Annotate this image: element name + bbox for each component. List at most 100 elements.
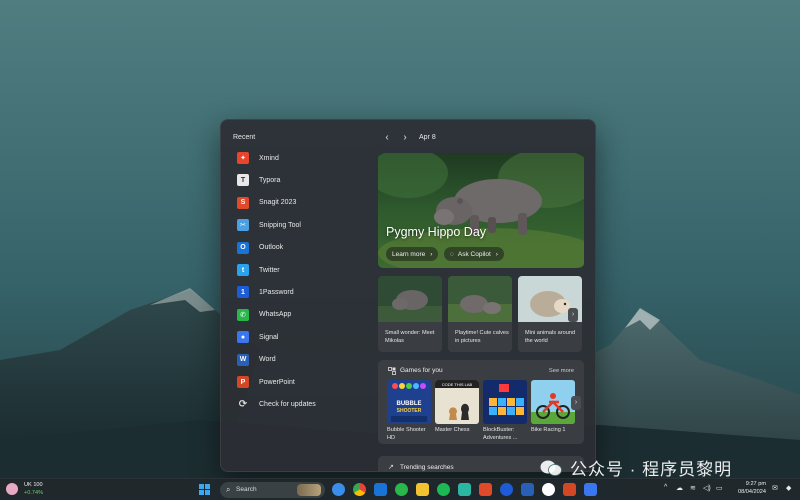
trending-label: Trending searches xyxy=(400,464,454,471)
edge-icon[interactable] xyxy=(332,483,345,496)
wechat-watermark-icon xyxy=(540,460,562,476)
search-input[interactable]: Search xyxy=(236,486,257,493)
recent-app-item[interactable]: T Typora xyxy=(231,171,363,189)
recent-app-label: Snagit 2023 xyxy=(259,199,297,207)
signal-icon[interactable] xyxy=(584,483,597,496)
master-chess-tile[interactable]: CODE THIS LAB xyxy=(435,380,479,424)
learn-more-button[interactable]: Learn more › xyxy=(386,247,439,261)
stock-name[interactable]: UK 100 xyxy=(24,482,43,488)
1password-icon: 1 xyxy=(237,286,249,299)
trending-icon: ↗ xyxy=(388,464,394,471)
recent-app-item[interactable]: W Word xyxy=(231,351,363,369)
recent-app-item[interactable]: ✂ Snipping Tool xyxy=(231,216,363,234)
recent-app-label: Snipping Tool xyxy=(259,221,301,229)
chrome-icon[interactable] xyxy=(353,483,366,496)
game-label: BlockBuster: Adventures ... xyxy=(483,427,518,441)
cloud-icon[interactable]: ☁ xyxy=(676,484,683,492)
powerpoint-icon: P xyxy=(237,376,249,388)
recent-app-label: Twitter xyxy=(259,266,280,274)
chevron-up-icon[interactable]: ^ xyxy=(664,484,667,491)
recent-app-item[interactable]: t Twitter xyxy=(231,261,363,279)
stock-change: +0.74% xyxy=(24,490,44,496)
widgets-date: Apr 8 xyxy=(419,134,436,141)
recent-app-item[interactable]: ● Signal xyxy=(231,328,363,346)
recent-app-label: Typora xyxy=(259,176,281,184)
search-icon: ⌕ xyxy=(226,485,231,494)
wifi-icon[interactable]: ≋ xyxy=(690,484,696,492)
game-label: Bubble Shooter HD xyxy=(387,427,426,441)
taskbar: UK 100 +0.74% ⌕ Search ^ ☁ ≋ ◁) ▭ 9:27 p… xyxy=(0,478,800,500)
wechat-icon[interactable] xyxy=(395,483,408,496)
windows-start-icon[interactable] xyxy=(199,484,210,495)
1password-icon[interactable] xyxy=(500,483,513,496)
chevron-right-icon: › xyxy=(430,250,433,258)
watermark: 公众号 · 程序员黎明 xyxy=(540,455,732,480)
spotify-icon[interactable] xyxy=(437,483,450,496)
forward-icon[interactable]: › xyxy=(399,132,411,144)
see-more-link[interactable]: See more xyxy=(549,368,574,374)
recent-app-item[interactable]: ✦ Xmind xyxy=(231,149,363,167)
word-icon[interactable] xyxy=(521,483,534,496)
hero-title: Pygmy Hippo Day xyxy=(386,225,487,239)
xmind-icon: ✦ xyxy=(237,152,249,164)
recent-app-item[interactable]: O Outlook xyxy=(231,239,363,257)
chat-icon: ◌ xyxy=(450,250,454,258)
start-menu: Recent ✦ Xmind T Typora S Snagit 2023 ✂ Snippin… xyxy=(220,119,596,472)
recent-app-item[interactable]: P PowerPoint xyxy=(231,373,363,391)
recent-title: Recent xyxy=(233,134,256,141)
volume-icon[interactable]: ◁) xyxy=(703,484,711,492)
file-explorer-icon[interactable] xyxy=(416,483,429,496)
recent-app-item[interactable]: ⟳ Check for updates xyxy=(231,395,363,413)
grid-app-icon[interactable] xyxy=(458,483,471,496)
master-chess-art: CODE THIS LAB xyxy=(435,380,479,420)
back-icon[interactable]: ‹ xyxy=(381,132,393,144)
battery-icon[interactable]: ▭ xyxy=(716,484,723,492)
recent-app-item[interactable]: 1 1Password xyxy=(231,283,363,301)
notification-icon[interactable]: ✉ xyxy=(772,484,778,492)
hippo-thumbnail xyxy=(378,276,442,322)
blockbuster-tile[interactable] xyxy=(483,380,527,424)
bubble-shooter-art: BUBBLE SHOOTER xyxy=(391,383,427,422)
snagit-icon: S xyxy=(237,196,249,209)
codethislab-logo: CODE THIS LAB xyxy=(442,382,473,387)
copilot-taskbar-icon[interactable]: ◆ xyxy=(786,484,791,492)
stock-widget-icon[interactable] xyxy=(6,483,18,495)
taskbar-search[interactable]: ⌕ Search xyxy=(220,482,325,498)
games-icon xyxy=(388,367,396,375)
recent-panel: Recent ✦ Xmind T Typora S Snagit 2023 ✂ Snippin… xyxy=(221,120,369,471)
outlook-icon: O xyxy=(237,241,249,254)
search-highlight-image[interactable] xyxy=(297,484,321,496)
ask-copilot-label: Ask Copilot xyxy=(457,250,491,258)
game-label: Master Chess xyxy=(435,427,470,433)
cards-next-arrow[interactable]: › xyxy=(568,308,578,322)
news-card[interactable]: Playtime! Cute calves in pictures xyxy=(448,276,512,352)
ask-copilot-button[interactable]: ◌ Ask Copilot › xyxy=(444,247,504,261)
bubble-shooter-tile[interactable]: BUBBLE SHOOTER xyxy=(387,380,431,424)
hero-card[interactable]: Pygmy Hippo Day Learn more › ◌ Ask Copil… xyxy=(378,153,584,268)
news-card[interactable]: Small wonder: Meet Mikolas xyxy=(378,276,442,352)
typora-icon: T xyxy=(237,174,249,187)
update-icon: ⟳ xyxy=(238,398,248,410)
games-title: Games for you xyxy=(400,367,443,374)
card-headline: Small wonder: Meet Mikolas xyxy=(385,330,435,344)
blockbuster-art xyxy=(489,384,524,415)
outlook-icon[interactable] xyxy=(374,483,387,496)
bike-racing-tile[interactable] xyxy=(531,380,575,424)
whatsapp-icon: ✆ xyxy=(237,308,249,321)
word-icon: W xyxy=(237,353,249,366)
widgets-panel: ‹ › Apr 8 6860 ··· xyxy=(369,120,595,471)
snipping-tool-icon: ✂ xyxy=(237,219,249,232)
card-headline: Playtime! Cute calves in pictures xyxy=(455,330,509,344)
obs-icon[interactable] xyxy=(542,483,555,496)
recent-app-item[interactable]: ✆ WhatsApp xyxy=(231,306,363,324)
recent-app-item[interactable]: S Snagit 2023 xyxy=(231,194,363,212)
powerpoint-icon[interactable] xyxy=(563,483,576,496)
clock-date[interactable]: 08/04/2024 xyxy=(728,489,766,495)
recent-app-label: Check for updates xyxy=(259,400,316,408)
snagit-icon[interactable] xyxy=(479,483,492,496)
recent-app-label: Word xyxy=(259,356,276,364)
signal-icon: ● xyxy=(237,331,249,344)
bubble-shooter-logo-sub: SHOOTER xyxy=(397,408,422,414)
games-next-arrow[interactable]: › xyxy=(571,396,581,410)
clock-time[interactable]: 9:27 pm xyxy=(736,481,766,487)
